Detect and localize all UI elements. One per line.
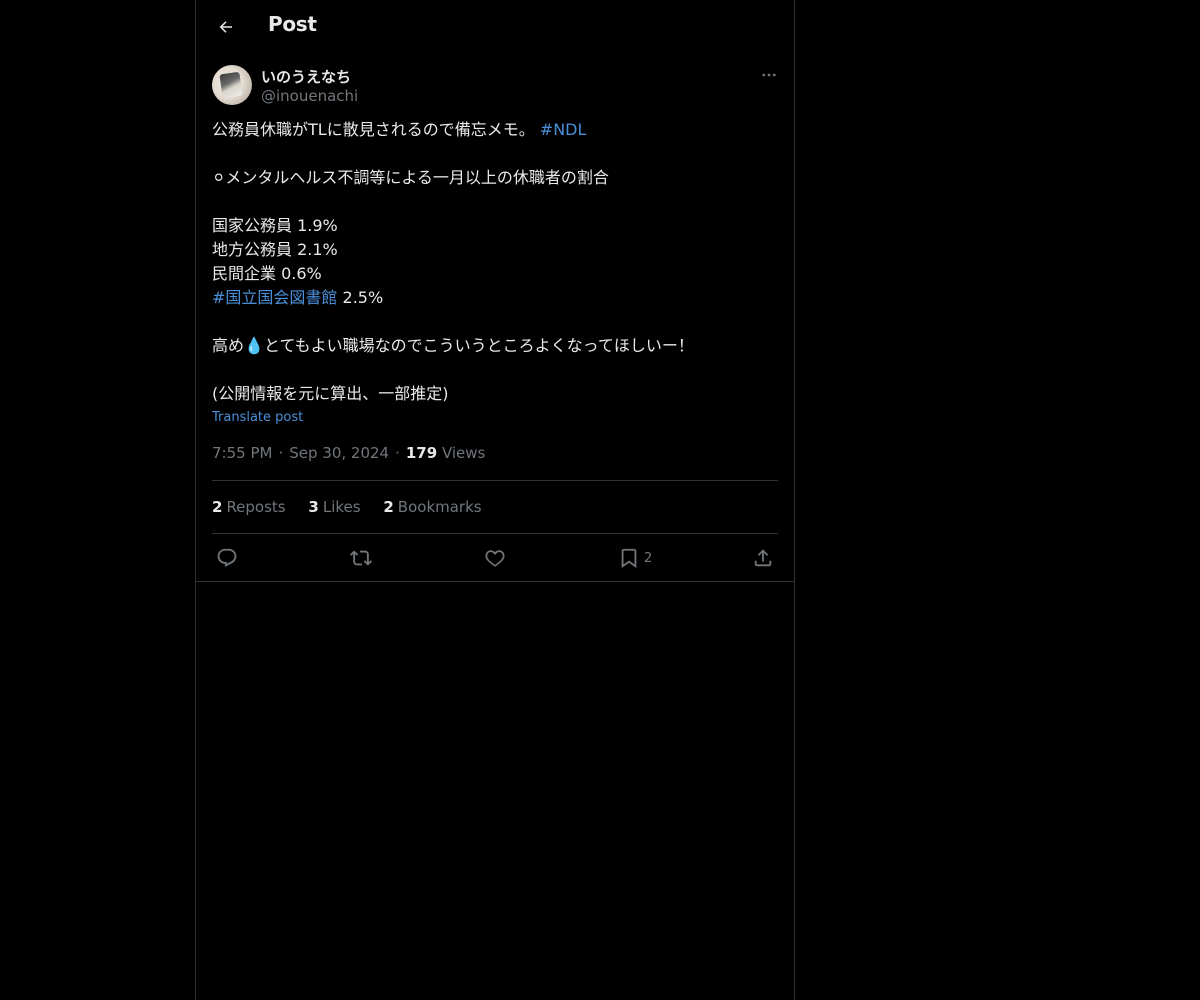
post-line: 民間企業 0.6% bbox=[212, 264, 322, 283]
more-options-button[interactable] bbox=[758, 64, 780, 86]
views-label: Views bbox=[441, 444, 486, 462]
post-line: ⚪︎メンタルヘルス不調等による一月以上の休職者の割合 bbox=[212, 168, 609, 187]
back-button[interactable] bbox=[208, 9, 244, 45]
author-handle[interactable]: @inouenachi bbox=[261, 87, 358, 105]
avatar[interactable] bbox=[212, 65, 252, 105]
share-button[interactable] bbox=[752, 544, 774, 572]
separator-dot: · bbox=[278, 444, 284, 462]
more-horizontal-icon bbox=[762, 73, 776, 77]
action-bar: 2 bbox=[212, 544, 778, 572]
reply-button[interactable] bbox=[216, 544, 238, 572]
droplet-emoji: 💧 bbox=[244, 336, 264, 355]
post-line: #国立国会図書館 2.5% bbox=[212, 286, 778, 310]
post-text-segment: とてもよい職場なのでこういうところよくなってほしいー！ bbox=[263, 336, 694, 355]
bookmark-count: 2 bbox=[644, 550, 653, 566]
bookmark-button[interactable]: 2 bbox=[618, 544, 652, 572]
bookmark-icon bbox=[621, 548, 637, 569]
bookmarks-stat[interactable]: 2 Bookmarks bbox=[383, 498, 481, 516]
post-meta: 7:55 PM · Sep 30, 2024 · 179 Views bbox=[212, 444, 485, 462]
page-header: Post bbox=[196, 0, 794, 54]
author-display-name[interactable]: いのうえなち bbox=[261, 66, 351, 87]
main-column: Post いのうえなち @inouenachi 公務員休職がTLに散見されるので… bbox=[195, 0, 795, 1000]
post-date[interactable]: Sep 30, 2024 bbox=[289, 444, 389, 462]
page-title: Post bbox=[268, 12, 317, 36]
divider bbox=[212, 480, 778, 481]
post-line: 高め💧とてもよい職場なのでこういうところよくなってほしいー！ bbox=[212, 334, 778, 358]
translate-post-link[interactable]: Translate post bbox=[212, 410, 303, 425]
divider bbox=[212, 533, 778, 534]
separator-dot: · bbox=[395, 444, 400, 462]
arrow-left-icon bbox=[219, 21, 232, 33]
repost-icon bbox=[350, 550, 372, 566]
heart-icon bbox=[485, 550, 505, 567]
reply-icon bbox=[217, 548, 237, 567]
post-text-segment: 公務員休職がTLに散見されるので備忘メモ。 bbox=[212, 120, 535, 139]
hashtag-link[interactable]: #NDL bbox=[540, 120, 587, 139]
likes-stat[interactable]: 3 Likes bbox=[308, 498, 360, 516]
hashtag-link[interactable]: #国立国会図書館 bbox=[212, 288, 337, 307]
post-line: 国家公務員 1.9% bbox=[212, 216, 338, 235]
reposts-stat[interactable]: 2 Reposts bbox=[212, 498, 286, 516]
post-line: 公務員休職がTLに散見されるので備忘メモ。 #NDL bbox=[212, 118, 778, 142]
share-icon bbox=[754, 549, 772, 567]
post-text: 公務員休職がTLに散見されるので備忘メモ。 #NDL ⚪︎メンタルヘルス不調等に… bbox=[212, 118, 778, 406]
post: いのうえなち @inouenachi 公務員休職がTLに散見されるので備忘メモ。… bbox=[196, 54, 794, 582]
like-button[interactable] bbox=[484, 544, 506, 572]
repost-button[interactable] bbox=[350, 544, 372, 572]
views-count: 179 bbox=[405, 444, 438, 462]
post-text-segment: 高め bbox=[212, 336, 245, 355]
post-line: 地方公務員 2.1% bbox=[212, 240, 338, 259]
post-time[interactable]: 7:55 PM bbox=[212, 444, 272, 462]
post-line: (公開情報を元に算出、一部推定) bbox=[212, 384, 449, 403]
engagement-stats: 2 Reposts 3 Likes 2 Bookmarks bbox=[212, 498, 500, 516]
post-text-segment: 2.5% bbox=[337, 288, 384, 307]
